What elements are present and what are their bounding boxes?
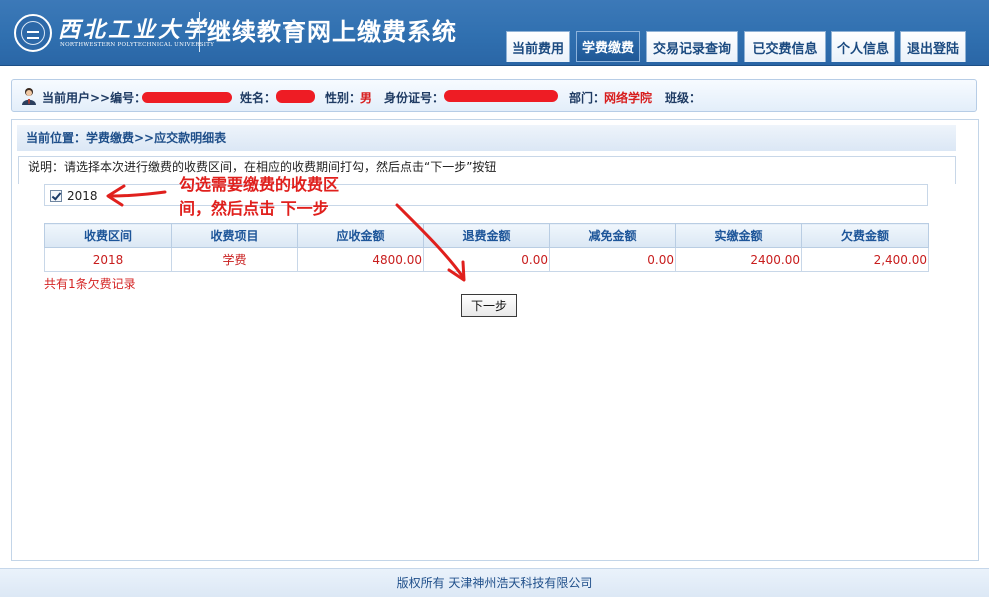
redacted-id [142,92,232,103]
cell-waiver: 0.00 [549,247,676,272]
col-header-paid: 实缴金额 [675,223,802,248]
id-number-label: 身份证号： [384,91,445,105]
cell-item: 学费 [171,247,298,272]
cell-period: 2018 [44,247,172,272]
cell-refund: 0.00 [423,247,550,272]
user-icon [22,88,36,105]
tab-tuition-payment[interactable]: 学费缴费 [576,31,640,62]
tab-paid-info[interactable]: 已交费信息 [744,31,826,62]
table-row: 2018 学费 4800.00 0.00 0.00 2400.00 2,400.… [44,247,929,272]
university-name-en: NORTHWESTERN POLYTECHNICAL UNIVERSITY [60,42,215,48]
tab-personal-info[interactable]: 个人信息 [831,31,895,62]
redacted-id-number [444,90,558,102]
period-selection-row [44,184,928,206]
cell-receivable: 4800.00 [297,247,424,272]
fees-table: 收费区间 收费项目 应收金额 退费金额 减免金额 实缴金额 欠费金额 2018 … [44,223,929,272]
tab-transaction-query[interactable]: 交易记录查询 [646,31,738,62]
gender-label: 性别： [325,91,362,105]
tab-logout[interactable]: 退出登陆 [900,31,966,62]
name-label: 姓名： [240,91,277,105]
table-header-row: 收费区间 收费项目 应收金额 退费金额 减免金额 实缴金额 欠费金额 [44,223,929,248]
redacted-name [276,90,315,103]
col-header-waiver: 减免金额 [549,223,676,248]
system-title-reflection: 继续教育网上缴费系统 [207,28,457,40]
department-value: 网络学院 [604,91,653,105]
col-header-item: 收费项目 [171,223,298,248]
next-step-button[interactable]: 下一步 [461,294,517,317]
class-label: 班级： [665,91,702,105]
footer-copyright: 版权所有 天津神州浩天科技有限公司 [0,568,989,597]
arrears-summary: 共有1条欠费记录 [44,277,136,291]
university-name: 西北工业大学 [58,17,209,43]
header-divider [199,12,200,52]
period-checkbox[interactable] [50,190,62,202]
col-header-refund: 退费金额 [423,223,550,248]
gender-value: 男 [360,91,373,105]
col-header-period: 收费区间 [44,223,172,248]
col-header-arrears: 欠费金额 [801,223,929,248]
annotation-line-1: 勾选需要缴费的收费区 [179,175,340,194]
current-user-label: 当前用户>>编号： [42,91,147,105]
col-header-receivable: 应收金额 [297,223,424,248]
breadcrumb: 当前位置：学费缴费>>应交款明细表 [17,125,956,151]
instruction-note: 说明：请选择本次进行缴费的收费区间，在相应的收费期间打勾，然后点击“下一步”按钮 [18,156,956,184]
period-label: 2018 [67,189,98,203]
annotation-line-2: 间，然后点击 下一步 [179,199,329,218]
tab-current-fees[interactable]: 当前费用 [506,31,570,62]
cell-arrears: 2,400.00 [801,247,929,272]
university-logo-icon [14,14,52,52]
cell-paid: 2400.00 [675,247,802,272]
department-label: 部门： [569,91,606,105]
